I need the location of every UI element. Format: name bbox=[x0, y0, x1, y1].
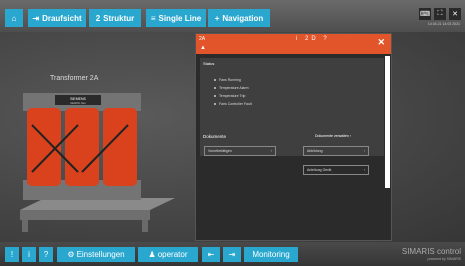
help-icon[interactable]: ? bbox=[323, 36, 329, 42]
top-toolbar: ⌂ ⇥ Draufsicht 2 Struktur ≡ Single Line … bbox=[0, 0, 465, 32]
bottom-toolbar: ! i ? ⚙ Einstellungen ♟ operator ⇤ ⇥ Mon… bbox=[0, 242, 465, 266]
anleitung-button[interactable]: Anleitung Gerät › bbox=[303, 165, 369, 175]
abbildung-button[interactable]: Abbildung › bbox=[303, 146, 369, 156]
window-controls: ⌨ ⛶ ✕ bbox=[419, 8, 461, 20]
status-panel: Status Fans Running Temperature Alarm Te… bbox=[200, 58, 384, 156]
bullet-icon bbox=[214, 87, 216, 89]
coil-middle bbox=[65, 108, 99, 186]
modal-scrollbar[interactable] bbox=[385, 56, 390, 188]
back-icon: ⇤ bbox=[207, 250, 215, 259]
settings-icon: ⚙ bbox=[67, 250, 75, 259]
alarm-button[interactable]: ! bbox=[5, 247, 19, 262]
question-icon: ? bbox=[43, 250, 49, 259]
dokumente-heading: Dokumente bbox=[203, 134, 227, 139]
status-item: Fans Controller Fault bbox=[214, 102, 252, 106]
keyboard-icon[interactable]: ⌨ bbox=[419, 8, 431, 20]
modal-header-icons: i 2D ? bbox=[296, 36, 330, 42]
home-button[interactable]: ⌂ bbox=[5, 9, 23, 27]
einstellungen-button[interactable]: ⚙ Einstellungen bbox=[57, 247, 135, 262]
status-item: Fans Running bbox=[214, 78, 241, 82]
brand-logo: SIMARIS control bbox=[401, 247, 461, 256]
monitoring-label: Monitoring bbox=[252, 250, 290, 259]
close-icon[interactable]: ✕ bbox=[449, 8, 461, 20]
monitoring-button[interactable]: Monitoring bbox=[244, 247, 298, 262]
single-line-label: Single Line bbox=[158, 13, 202, 23]
back-button[interactable]: ⇤ bbox=[202, 247, 220, 262]
info-icon: i bbox=[28, 250, 30, 259]
einstellungen-label: Einstellungen bbox=[76, 250, 125, 259]
brand-sub-text: GEAFOL Neo bbox=[70, 102, 86, 105]
navigation-label: Navigation bbox=[222, 13, 264, 23]
draufsicht-label: Draufsicht bbox=[42, 13, 82, 23]
status-item: Temperature Trip bbox=[214, 94, 245, 98]
vorort-button[interactable]: Vorortbetätigen › bbox=[204, 146, 276, 156]
transformer-illustration[interactable]: SIEMENS GEAFOL Neo bbox=[0, 80, 200, 240]
arrow-right-icon: ⇥ bbox=[32, 13, 40, 23]
user-label: operator bbox=[157, 250, 188, 259]
help-button[interactable]: ? bbox=[39, 247, 53, 262]
status-heading: Status bbox=[203, 61, 215, 66]
fullscreen-icon[interactable]: ⛶ bbox=[434, 8, 446, 20]
draufsicht-button[interactable]: ⇥ Draufsicht bbox=[28, 9, 86, 27]
logout-icon: ⇥ bbox=[228, 250, 236, 259]
brand-text: SIEMENS bbox=[70, 97, 86, 101]
exclamation-icon: ! bbox=[10, 250, 14, 259]
modal-header: 2A i 2D ? ✕ ▲ bbox=[196, 34, 391, 54]
user-icon: ♟ bbox=[148, 250, 156, 259]
info-button[interactable]: i bbox=[22, 247, 36, 262]
info-icon[interactable]: i bbox=[296, 36, 300, 42]
struktur-button[interactable]: 2 Struktur bbox=[89, 9, 141, 27]
single-line-button[interactable]: ≡ Single Line bbox=[146, 9, 206, 27]
bullet-icon bbox=[214, 79, 216, 81]
chevron-right-icon: › bbox=[363, 149, 365, 153]
dokumente-manage-link[interactable]: Dokumente verwalten › bbox=[315, 134, 351, 138]
chevron-up-icon[interactable]: ▲ bbox=[200, 45, 206, 51]
device-modal: 2A i 2D ? ✕ ▲ Status Fans Running Temper… bbox=[195, 33, 392, 241]
2d-icon[interactable]: 2D bbox=[305, 36, 319, 42]
coil-right bbox=[103, 108, 137, 186]
bullet-icon bbox=[214, 103, 216, 105]
bullet-icon bbox=[214, 95, 216, 97]
single-line-icon: ≡ bbox=[150, 13, 156, 23]
number-icon: 2 bbox=[95, 13, 101, 23]
clock: 14.04.21 14:03 2021 bbox=[427, 22, 460, 26]
status-item: Temperature Alarm bbox=[214, 86, 249, 90]
chevron-right-icon: › bbox=[270, 149, 272, 153]
base-leg-right bbox=[142, 220, 148, 232]
base-leg-left bbox=[22, 220, 28, 232]
logout-button[interactable]: ⇥ bbox=[223, 247, 241, 262]
modal-title: 2A bbox=[199, 36, 206, 42]
modal-close-icon[interactable]: ✕ bbox=[377, 37, 385, 48]
brand-sub: powered by SIMARIS bbox=[427, 257, 461, 261]
chevron-right-icon: › bbox=[363, 168, 365, 172]
struktur-label: Struktur bbox=[103, 13, 135, 23]
home-icon: ⌂ bbox=[11, 13, 17, 23]
navigation-button[interactable]: + Navigation bbox=[208, 9, 270, 27]
user-button[interactable]: ♟ operator bbox=[138, 247, 198, 262]
base-front bbox=[20, 210, 150, 220]
plus-icon: + bbox=[214, 13, 220, 23]
